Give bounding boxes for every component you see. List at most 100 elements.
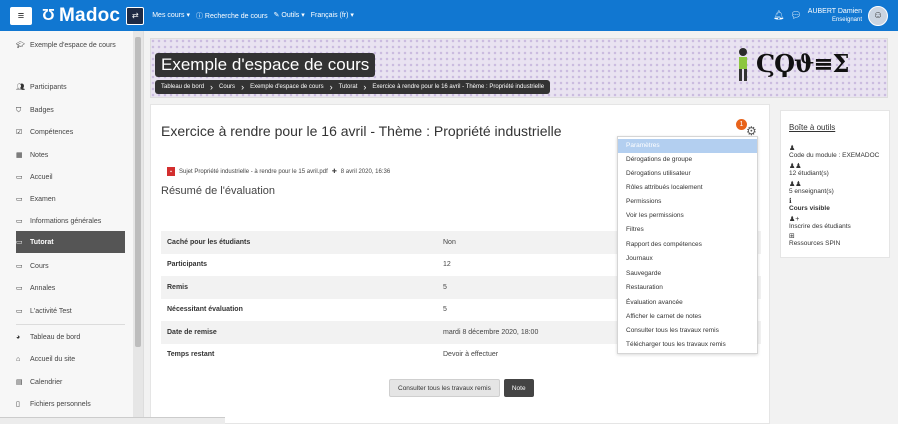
home-icon: ⌂	[16, 356, 21, 363]
add-user-icon: ♟+	[789, 216, 800, 223]
nav-language[interactable]: Français (fr) ▾	[311, 11, 354, 21]
breadcrumb-item-current[interactable]: Exercice à rendre pour le 16 avril - Thè…	[372, 84, 544, 90]
user-menu[interactable]: AUBERT Damien Enseignant	[808, 8, 862, 24]
toolbox-block: Boîte à outils ♟ Code du module : EXEMAD…	[780, 110, 890, 258]
avatar[interactable]: ☺	[868, 5, 888, 26]
menu-item-user-overrides[interactable]: Dérogations utilisateur	[618, 167, 757, 181]
top-navbar: ≡ Ʊ Madoc ⇄ Mes cours ▾ ⓘ Recherche de c…	[0, 0, 898, 31]
course-title: Exemple d'espace de cours	[155, 53, 376, 77]
info-icon: ℹ	[789, 198, 792, 205]
row-value: Devoir à effectuer	[443, 351, 499, 359]
sidebar-item-cours[interactable]: ▭ Cours	[16, 262, 124, 271]
breadcrumb-item[interactable]: Tableau de bord	[161, 84, 204, 90]
table-icon: ▦	[16, 152, 23, 159]
sidebar-item-course-home[interactable]: 🎓︎ Exemple d'espace de cours	[16, 41, 124, 50]
pdf-icon: ▪	[167, 167, 175, 176]
info-icon: ⓘ	[195, 12, 205, 20]
menu-item-logs[interactable]: Journaux	[618, 252, 757, 266]
calendar-icon: ▤	[16, 379, 23, 386]
sidebar-item-annales[interactable]: ▭ Annales	[16, 284, 124, 293]
toolbox-title[interactable]: Boîte à outils	[789, 123, 835, 132]
user-icon: ♟	[789, 145, 796, 152]
nav-course-search[interactable]: ⓘ Recherche de cours	[196, 11, 268, 21]
graduation-cap-icon: 🎓︎	[16, 42, 25, 49]
menu-toggle-button[interactable]: ≡	[10, 6, 32, 25]
checkbox-icon: ☑	[16, 129, 23, 136]
row-value: 5	[443, 283, 447, 291]
menu-item-permissions[interactable]: Permissions	[618, 195, 757, 209]
view-all-submissions-button[interactable]: Consulter tous les travaux remis	[389, 379, 500, 397]
sidebar-item-notes[interactable]: ▦ Notes	[16, 151, 124, 160]
sidebar-item-calendar[interactable]: ▤ Calendrier	[16, 378, 124, 387]
logo-icon: Ʊ	[42, 6, 56, 24]
logo-text: Madoc	[59, 4, 121, 26]
toolbox-visibility: ℹ Cours visible	[789, 198, 889, 213]
users-icon: ♟♟	[789, 163, 802, 170]
menu-item-gradebook[interactable]: Afficher le carnet de notes	[618, 310, 757, 324]
settings-dropdown-menu: Paramètres Dérogations de groupe Dérogat…	[617, 136, 758, 354]
menu-item-view-permissions[interactable]: Voir les permissions	[618, 209, 757, 223]
row-value: Non	[443, 238, 456, 246]
sidebar-item-files[interactable]: ▯ Fichiers personnels	[16, 400, 124, 409]
attachment-link[interactable]: Sujet Propriété industrielle - à rendre …	[179, 169, 328, 175]
sidebar-item-activite-test[interactable]: ▭ L'activité Test	[16, 307, 124, 316]
toolbox-enroll[interactable]: ♟+ Inscrire des étudiants	[789, 216, 889, 231]
chevron-right-icon: ›	[210, 82, 214, 92]
sidebar-scrollbar[interactable]	[133, 31, 143, 424]
decorative-logo-icon: ϚϘϑ≡Ʃ	[756, 49, 849, 78]
menu-item-local-roles[interactable]: Rôles attribués localement	[618, 181, 757, 195]
site-logo[interactable]: Ʊ Madoc	[42, 5, 120, 27]
sidebar-item-tutorat[interactable]: ▭ Tutorat	[16, 238, 124, 247]
apps-icon[interactable]: ⇄	[126, 6, 145, 25]
bell-icon[interactable]: 🔔︎	[773, 10, 784, 21]
sidebar-item-accueil[interactable]: ▭ Accueil	[16, 173, 124, 182]
grade-button[interactable]: Note	[503, 379, 534, 397]
breadcrumb-item[interactable]: Cours	[219, 84, 235, 90]
sidebar-item-participants[interactable]: 👥︎ Participants	[16, 83, 124, 92]
plus-icon: ✚	[331, 169, 337, 175]
breadcrumb: Tableau de bord › Cours › Exemple d'espa…	[155, 80, 551, 94]
summary-title: Résumé de l'évaluation	[161, 185, 276, 197]
menu-item-backup[interactable]: Sauvegarde	[618, 267, 757, 281]
row-label: Temps restant	[167, 351, 215, 359]
sidebar-item-competences[interactable]: ☑ Compétences	[16, 128, 124, 137]
nav-my-courses[interactable]: Mes cours ▾	[152, 11, 190, 21]
status-bar	[0, 417, 225, 424]
sidebar-item-dashboard[interactable]: ◕ Tableau de bord	[16, 333, 124, 342]
sidebar-item-informations[interactable]: ▭ Informations générales	[16, 217, 124, 226]
row-label: Participants	[167, 261, 208, 269]
row-label: Date de remise	[167, 328, 217, 336]
sidebar-divider	[16, 324, 125, 325]
menu-item-group-overrides[interactable]: Dérogations de groupe	[618, 153, 757, 167]
menu-item-parametres[interactable]: Paramètres	[618, 139, 757, 153]
sidebar-item-examen[interactable]: ▭ Examen	[16, 195, 124, 204]
user-area: 🔔︎ 💬︎ AUBERT Damien Enseignant ☺	[773, 0, 888, 31]
sidebar-item-badges[interactable]: ⛉ Badges	[16, 106, 124, 115]
file-icon: ▯	[16, 401, 20, 408]
users-icon: ♟♟	[789, 181, 802, 188]
sidebar: 🎓︎ Exemple d'espace de cours 👥︎ Particip…	[0, 31, 144, 424]
row-value: mardi 8 décembre 2020, 18:00	[443, 328, 539, 336]
sidebar-item-site-home[interactable]: ⌂ Accueil du site	[16, 355, 124, 364]
menu-item-download-submissions[interactable]: Télécharger tous les travaux remis	[618, 338, 757, 352]
user-role: Enseignant	[831, 16, 862, 23]
menu-item-view-submissions[interactable]: Consulter tous les travaux remis	[618, 324, 757, 338]
toolbox-resources[interactable]: ⊞ Ressources SPIN	[789, 233, 889, 248]
nav-tools[interactable]: ✎ Outils ▾	[274, 11, 305, 21]
page-title: Exercice à rendre pour le 16 avril - Thè…	[161, 123, 562, 139]
menu-item-competency-report[interactable]: Rapport des compétences	[618, 238, 757, 252]
shield-icon: ⛉	[16, 107, 22, 114]
menu-item-advanced-grading[interactable]: Évaluation avancée	[618, 296, 757, 310]
breadcrumb-item[interactable]: Tutorat	[339, 84, 358, 90]
menu-item-filters[interactable]: Filtres	[618, 223, 757, 237]
toolbox-students: ♟♟ 12 étudiant(s)	[789, 163, 889, 178]
attachment-date: 8 avril 2020, 16:36	[340, 168, 391, 175]
folder-icon: ▭	[16, 239, 23, 246]
folder-icon: ▭	[16, 285, 23, 292]
attachment: ▪ Sujet Propriété industrielle - à rendr…	[167, 167, 390, 176]
menu-item-restore[interactable]: Restauration	[618, 281, 757, 295]
chat-icon[interactable]: 💬︎	[790, 10, 801, 21]
scrollbar-thumb[interactable]	[135, 37, 141, 347]
row-label: Remis	[167, 283, 189, 291]
breadcrumb-item[interactable]: Exemple d'espace de cours	[250, 84, 324, 90]
